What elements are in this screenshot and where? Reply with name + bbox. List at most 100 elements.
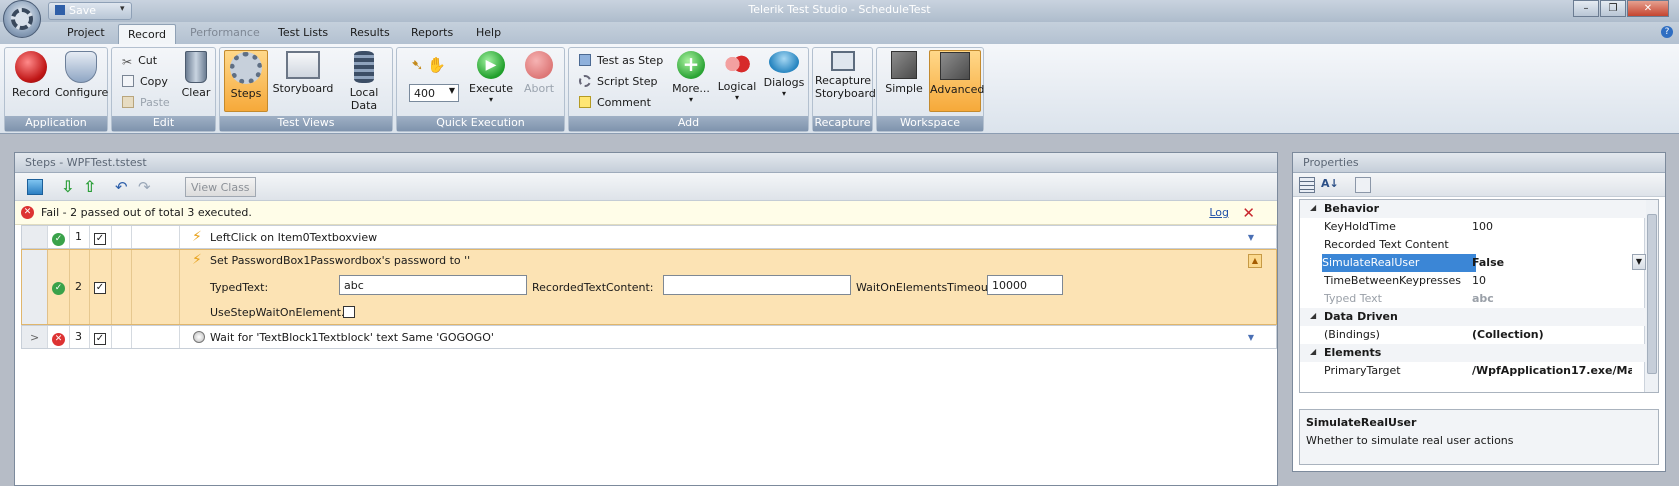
clear-button[interactable]: Clear [178, 51, 214, 99]
property-value[interactable]: 100 [1472, 220, 1632, 233]
help-icon[interactable]: ? [1661, 26, 1673, 38]
typed-text-input[interactable]: abc [339, 275, 527, 295]
cut-button[interactable]: ✂ Cut [122, 54, 157, 69]
close-status-icon[interactable]: ✕ [1242, 204, 1255, 222]
row-expand-handle[interactable]: > [22, 326, 48, 348]
recapture-storyboard-button[interactable]: Recapture Storyboard [815, 51, 876, 100]
property-value[interactable]: /WpfApplication17.exe/MainW [1472, 364, 1632, 377]
simulate-real-user-value[interactable]: False [1472, 256, 1632, 269]
categorized-view-icon[interactable] [1299, 177, 1315, 193]
property-value[interactable]: 10 [1472, 274, 1632, 287]
property-pages-icon[interactable] [1355, 177, 1371, 193]
logical-button[interactable]: Logical ▾ [715, 51, 759, 102]
steps-panel: Steps - WPFTest.tstest ⇩ ⇧ ↶ ↷ View Clas… [14, 152, 1278, 486]
execution-speed-select[interactable]: 400 ▼ [409, 84, 459, 102]
step-description: LeftClick on Item0Textboxview [210, 231, 378, 244]
window-controls: – ❐ ✕ [1572, 0, 1669, 17]
dialogs-button[interactable]: Dialogs ▾ [761, 51, 807, 98]
view-class-button[interactable]: View Class [185, 177, 256, 197]
property-row[interactable]: TimeBetweenKeypresses 10 [1300, 272, 1646, 290]
quick-access-customize-icon[interactable]: ▾ [120, 4, 125, 14]
collapse-triangle-icon[interactable]: ◢ [1310, 203, 1316, 212]
comment-button[interactable]: Comment [579, 96, 651, 109]
record-button[interactable]: Record [9, 51, 53, 99]
category-data-driven[interactable]: ◢ Data Driven [1300, 308, 1646, 326]
more-button[interactable]: + More... ▾ [669, 51, 713, 104]
wait-on-elements-timeout-input[interactable]: 10000 [987, 275, 1063, 295]
move-down-arrow-icon[interactable]: ⇩ [61, 179, 77, 195]
tab-results[interactable]: Results [350, 26, 390, 39]
scrollbar-thumb[interactable] [1647, 214, 1657, 374]
row-handle[interactable] [22, 250, 48, 324]
application-menu-button[interactable] [3, 0, 41, 38]
recorded-text-content-input[interactable] [663, 275, 851, 295]
save-button[interactable]: Save [55, 4, 96, 17]
typed-text-label: TypedText: [210, 281, 269, 294]
tab-performance[interactable]: Performance [190, 26, 260, 39]
property-grid-scrollbar[interactable] [1644, 200, 1658, 392]
step-row[interactable]: > ✕ 3 ✓ Wait for 'TextBlock1Textblock' t… [21, 325, 1277, 349]
work-area: Steps - WPFTest.tstest ⇩ ⇧ ↶ ↷ View Clas… [0, 134, 1679, 486]
use-step-wait-checkbox[interactable] [343, 306, 355, 318]
logical-icon [722, 51, 752, 77]
property-name: PrimaryTarget [1324, 364, 1401, 377]
group-application: Record Configure Application [4, 47, 108, 132]
property-row[interactable]: Typed Text abc [1300, 290, 1646, 308]
tab-help[interactable]: Help [476, 26, 501, 39]
abort-button[interactable]: Abort [517, 51, 561, 95]
collapse-triangle-icon[interactable]: ◢ [1310, 347, 1316, 356]
ribbon-tabs: Project Record Performance Test Lists Re… [0, 22, 1679, 45]
dialogs-dropdown-icon: ▾ [781, 89, 786, 98]
redo-icon[interactable]: ↷ [138, 179, 154, 195]
maximize-button[interactable]: ❐ [1600, 0, 1626, 17]
tab-reports[interactable]: Reports [411, 26, 453, 39]
close-button[interactable]: ✕ [1627, 0, 1669, 17]
local-data-button[interactable]: Local Data [336, 51, 392, 112]
step-expand-icon[interactable]: ▼ [1248, 233, 1254, 242]
script-step-button[interactable]: Script Step [579, 75, 657, 88]
step-row[interactable]: ✓ 1 ✓ ⚡ LeftClick on Item0Textboxview ▼ [21, 225, 1277, 249]
row-spacer [132, 326, 180, 348]
configure-button[interactable]: Configure [55, 51, 108, 99]
collapse-step-icon[interactable]: ▲ [1248, 254, 1262, 268]
advanced-workspace-button[interactable]: Advanced [929, 50, 984, 112]
property-row[interactable]: (Bindings) (Collection) [1300, 326, 1646, 344]
properties-panel: Properties A↓ ◢ Behavior KeyHoldTime 100 R… [1292, 152, 1666, 472]
minimize-button[interactable]: – [1573, 0, 1599, 17]
row-handle[interactable] [22, 226, 48, 248]
window-title: Telerik Test Studio - ScheduleTest [748, 3, 931, 16]
property-row[interactable]: PrimaryTarget/WpfApplication17.exe/MainW [1300, 362, 1646, 380]
step-row-selected[interactable]: ✓ 2 ✓ ⚡ Set PasswordBox1Passwordbox's pa… [21, 249, 1277, 325]
step-enabled-checkbox[interactable]: ✓ [90, 326, 112, 348]
steps-button[interactable]: Steps [224, 50, 268, 112]
property-row[interactable]: Recorded Text Content [1300, 236, 1646, 254]
category-elements[interactable]: ◢ Elements [1300, 344, 1646, 362]
step-enabled-checkbox[interactable]: ✓ [90, 250, 112, 324]
collapse-triangle-icon[interactable]: ◢ [1310, 311, 1316, 320]
sort-alphabetical-icon[interactable]: A↓ [1321, 176, 1339, 192]
property-row-selected[interactable]: SimulateRealUser False ▼ [1300, 254, 1646, 272]
tab-record[interactable]: Record [118, 24, 177, 45]
storyboard-button[interactable]: Storyboard [272, 51, 334, 95]
simple-workspace-button[interactable]: Simple [881, 51, 927, 95]
properties-toolbar: A↓ [1293, 173, 1665, 197]
step-enabled-checkbox[interactable]: ✓ [90, 226, 112, 248]
tab-test-lists[interactable]: Test Lists [278, 26, 328, 39]
record-mode-icons[interactable]: ➷ ✋ [411, 56, 446, 74]
execute-button[interactable]: ▶ Execute ▾ [467, 51, 515, 104]
steps-view-icon[interactable] [27, 179, 43, 195]
chevron-down-icon[interactable]: ▼ [1632, 254, 1646, 270]
tab-project[interactable]: Project [67, 26, 105, 39]
property-row[interactable]: KeyHoldTime 100 [1300, 218, 1646, 236]
undo-icon[interactable]: ↶ [115, 179, 131, 195]
copy-button[interactable]: Copy [122, 75, 168, 88]
category-behavior[interactable]: ◢ Behavior [1300, 200, 1646, 218]
property-value[interactable]: (Collection) [1472, 328, 1632, 341]
step-expand-icon[interactable]: ▼ [1248, 333, 1254, 342]
log-link[interactable]: Log [1209, 206, 1229, 219]
property-name: SimulateRealUser [1322, 254, 1476, 272]
paste-button[interactable]: Paste [122, 96, 170, 109]
move-up-arrow-icon[interactable]: ⇧ [83, 179, 99, 195]
property-value[interactable]: abc [1472, 292, 1632, 305]
test-as-step-button[interactable]: Test as Step [579, 54, 663, 67]
